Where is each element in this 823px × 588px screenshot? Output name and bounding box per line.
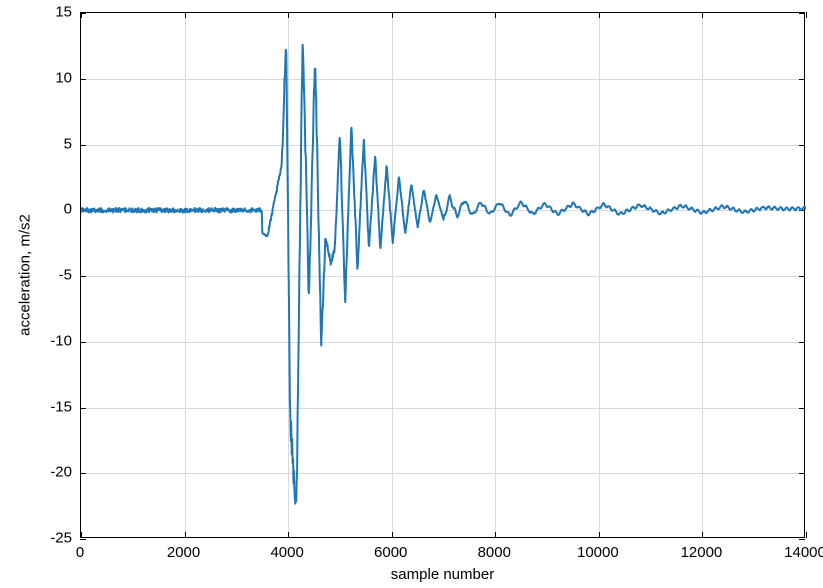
y-tick-label: -5 (59, 267, 72, 284)
y-tick-label: 0 (64, 201, 72, 218)
plot-area (80, 12, 805, 538)
x-axis-label: sample number (391, 566, 494, 583)
x-tick-label: 8000 (478, 544, 511, 561)
x-tick-label: 2000 (167, 544, 200, 561)
y-tick-label: -10 (50, 332, 72, 349)
x-tick-label: 6000 (374, 544, 407, 561)
y-axis-label: acceleration, m/s2 (17, 214, 34, 336)
x-tick-label: 14000 (784, 544, 823, 561)
y-tick-label: -25 (50, 530, 72, 547)
x-tick-label: 10000 (577, 544, 619, 561)
x-tick-label: 0 (76, 544, 84, 561)
y-tick-label: 5 (64, 135, 72, 152)
series-acceleration (81, 45, 806, 504)
y-tick-label: 10 (55, 69, 72, 86)
chart-stage: acceleration, m/s2 sample number 0 2000 40… (0, 0, 823, 588)
trace-svg (81, 13, 806, 539)
y-tick-label: -20 (50, 464, 72, 481)
y-tick-label: -15 (50, 398, 72, 415)
x-tick-label: 4000 (270, 544, 303, 561)
y-tick-label: 15 (55, 4, 72, 21)
x-tick-label: 12000 (681, 544, 723, 561)
